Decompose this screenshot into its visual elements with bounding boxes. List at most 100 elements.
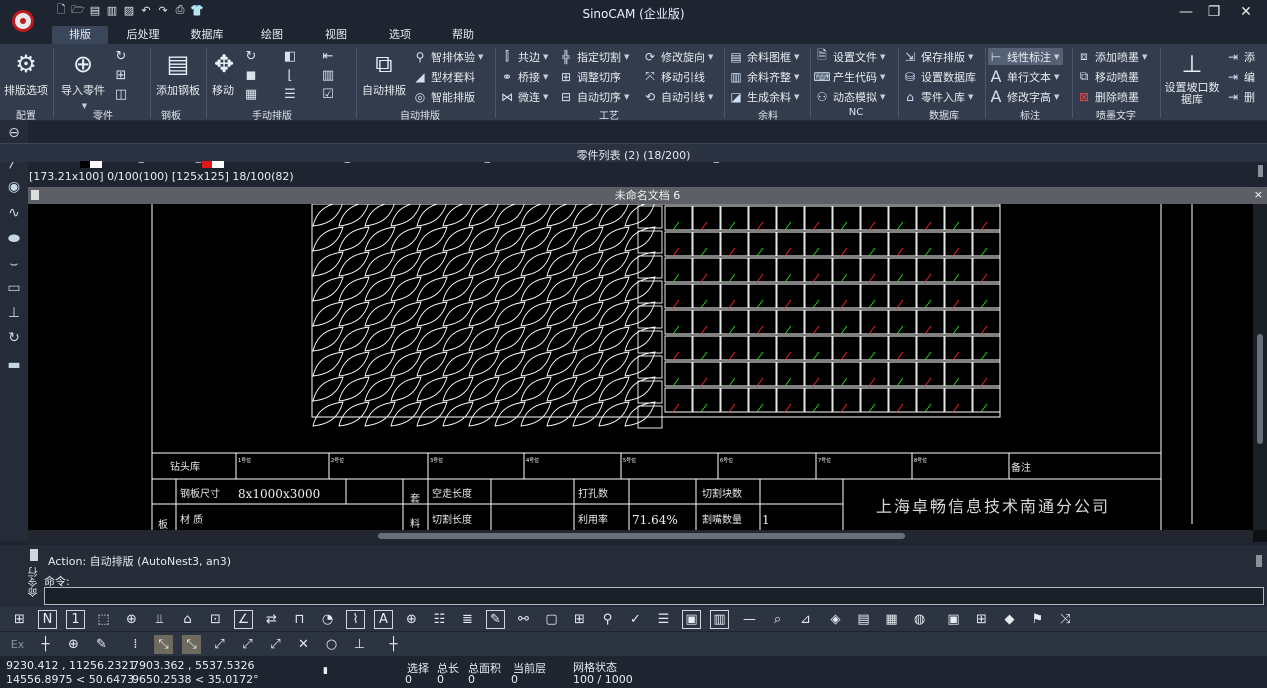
hex-part[interactable]	[720, 283, 749, 309]
hex-part[interactable]	[832, 205, 861, 231]
hex-part[interactable]	[804, 335, 833, 361]
move-button[interactable]: ✥ 移动	[208, 48, 238, 98]
nested-part[interactable]	[598, 376, 630, 402]
save-nest-button[interactable]: ⇲ 保存排版 ▼	[902, 48, 973, 65]
dimension-icon[interactable]: ⊥	[5, 304, 23, 322]
nested-part[interactable]	[364, 226, 396, 252]
add-spray-button[interactable]: ⧈ 添加喷墨 ▼	[1076, 48, 1147, 65]
nested-part[interactable]	[468, 204, 499, 227]
doc-close-icon[interactable]: ×	[1254, 188, 1263, 201]
nested-part[interactable]	[364, 376, 396, 402]
nested-part[interactable]	[637, 380, 663, 404]
dash-icon[interactable]: —	[740, 610, 759, 629]
tab-options[interactable]: 选项	[381, 26, 419, 44]
one-mode-icon[interactable]: 1	[66, 610, 85, 629]
nested-part[interactable]	[468, 351, 500, 377]
nested-part[interactable]	[598, 351, 630, 377]
hex-part[interactable]	[720, 231, 749, 257]
hex-part[interactable]	[916, 231, 945, 257]
hex-part[interactable]	[916, 309, 945, 335]
nested-part[interactable]	[390, 351, 422, 377]
hex-part[interactable]	[664, 257, 693, 283]
micro-joint-button[interactable]: ⋈ 微连 ▼	[499, 88, 548, 105]
dynamic-sim-button[interactable]: ⚇ 动态模拟 ▼	[814, 88, 886, 105]
center-icon[interactable]: ⊕	[122, 610, 141, 629]
snap-on-icon[interactable]: ⤡	[154, 635, 173, 654]
nested-part[interactable]	[364, 251, 396, 277]
hex-part[interactable]	[804, 387, 833, 413]
hex-part[interactable]	[664, 231, 693, 257]
hex-part[interactable]	[944, 309, 973, 335]
edit-truncated-button[interactable]: ⇥ 编	[1225, 68, 1255, 85]
hex-part[interactable]	[860, 361, 889, 387]
nested-part[interactable]	[520, 204, 551, 227]
hex-part[interactable]	[888, 257, 917, 283]
delete-spray-button[interactable]: ⊠ 删除喷墨	[1076, 88, 1139, 105]
hex-part[interactable]	[832, 283, 861, 309]
nested-part[interactable]	[572, 301, 604, 327]
hex-part[interactable]	[804, 231, 833, 257]
nested-part[interactable]	[468, 401, 500, 427]
frame-icon[interactable]: ▢	[542, 610, 561, 629]
circle-icon[interactable]: ○	[322, 635, 341, 654]
nested-part[interactable]	[338, 351, 370, 377]
nested-part[interactable]	[637, 230, 663, 254]
tab-nesting[interactable]: 排版	[52, 26, 108, 44]
nested-part[interactable]	[494, 301, 526, 327]
contour-icon[interactable]: ⊡	[206, 610, 225, 629]
mirror-icon[interactable]: ◧	[282, 48, 298, 64]
hex-part[interactable]	[888, 309, 917, 335]
nested-part[interactable]	[390, 376, 422, 402]
nested-part[interactable]	[442, 401, 474, 427]
profile-nest-button[interactable]: ◢ 型材套料	[412, 68, 475, 85]
nest-options-button[interactable]: ⚙ 排版选项	[2, 48, 50, 98]
nested-part[interactable]	[312, 376, 344, 402]
hex-part[interactable]	[692, 205, 721, 231]
nested-part[interactable]	[494, 276, 526, 302]
nested-part[interactable]	[416, 326, 448, 352]
nested-part[interactable]	[494, 251, 526, 277]
nested-part[interactable]	[546, 226, 578, 252]
command-scroll[interactable]	[1256, 555, 1262, 567]
auto-order-button[interactable]: ⊟ 自动切序 ▼	[558, 88, 629, 105]
nested-part[interactable]	[520, 301, 552, 327]
doc-icon[interactable]: ▦	[882, 610, 901, 629]
nested-part[interactable]	[312, 204, 343, 227]
nested-part[interactable]	[520, 351, 552, 377]
hex-part[interactable]	[860, 309, 889, 335]
split-icon[interactable]: ⊞	[570, 610, 589, 629]
stack-icon[interactable]: ☰	[282, 86, 298, 102]
nested-part[interactable]	[312, 401, 344, 427]
hex-part[interactable]	[860, 283, 889, 309]
nested-part[interactable]	[520, 376, 552, 402]
align-icon[interactable]: ⌊	[282, 67, 298, 83]
hex-part[interactable]	[776, 205, 805, 231]
nested-part[interactable]	[416, 376, 448, 402]
hex-part[interactable]	[916, 257, 945, 283]
hex-part[interactable]	[748, 387, 777, 413]
nested-part[interactable]	[338, 276, 370, 302]
angle-icon[interactable]: ∠	[234, 610, 253, 629]
nested-part[interactable]	[364, 351, 396, 377]
ruler-icon[interactable]: ▬	[5, 356, 23, 374]
horizontal-scrollbar[interactable]	[28, 530, 1253, 542]
hex-part[interactable]	[804, 257, 833, 283]
nested-part[interactable]	[468, 276, 500, 302]
nested-part[interactable]	[312, 301, 344, 327]
hex-part[interactable]	[916, 387, 945, 413]
nested-part[interactable]	[637, 305, 663, 329]
nested-part[interactable]	[416, 401, 448, 427]
tab-postprocess[interactable]: 后处理	[118, 26, 168, 44]
list-icon[interactable]: ☰	[654, 610, 673, 629]
hex-part[interactable]	[944, 257, 973, 283]
scroll-thumb[interactable]	[1257, 334, 1263, 444]
hex-part[interactable]	[944, 387, 973, 413]
hex-part[interactable]	[664, 309, 693, 335]
nested-part[interactable]	[312, 326, 344, 352]
pattern-icon[interactable]: ◍	[910, 610, 929, 629]
nested-part[interactable]	[338, 401, 370, 427]
hex-part[interactable]	[748, 231, 777, 257]
tangent-icon[interactable]: ⤢	[266, 635, 285, 654]
nested-part[interactable]	[520, 326, 552, 352]
nested-part[interactable]	[364, 326, 396, 352]
